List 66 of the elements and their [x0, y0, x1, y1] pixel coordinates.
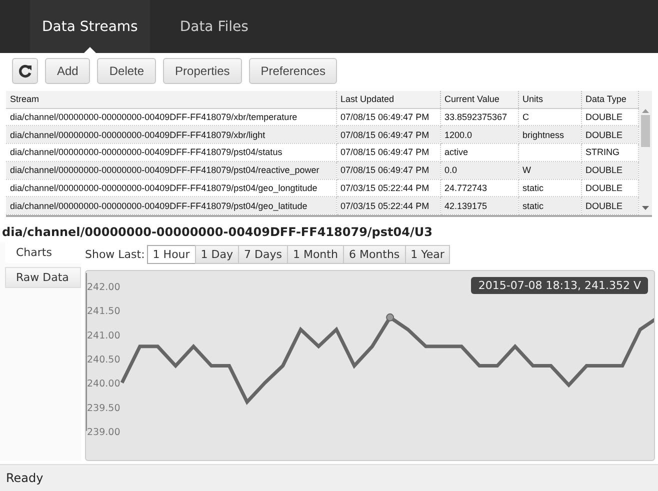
scrollbar[interactable] [638, 91, 652, 215]
table-cell: dia/channel/00000000-00000000-00409DFF-FF418079/pst04/status [10, 147, 282, 158]
axis-tick-label: 239.50 [87, 402, 120, 414]
axis-tick-label: 241.00 [87, 330, 120, 342]
table-cell: DOUBLE [586, 112, 623, 122]
axis-tick-label: 241.50 [87, 306, 120, 318]
table-cell: 07/08/15 06:49:47 PM [340, 112, 430, 122]
table-cell: DOUBLE [586, 200, 623, 211]
scrollbar-thumb[interactable] [640, 115, 650, 147]
range-button[interactable]: 1 Hour [146, 244, 196, 264]
data-point-marker [386, 313, 394, 322]
scroll-up-icon[interactable] [642, 109, 649, 113]
table-cell: 42.139175 [444, 200, 488, 211]
nav-tab[interactable]: Data Files [168, 0, 260, 53]
table-cell: 07/08/15 06:49:47 PM [340, 147, 430, 158]
column-header[interactable]: Last Updated [336, 91, 440, 108]
side-tab[interactable]: Charts [5, 242, 81, 263]
axis-tick-label: 239.00 [87, 427, 120, 438]
table-cell: dia/channel/00000000-00000000-00409DFF-FF418079/xbr/light [10, 130, 266, 140]
column-header[interactable]: Units [518, 91, 581, 108]
table-cell: DOUBLE [586, 165, 623, 176]
range-button[interactable]: 1 Year [404, 244, 450, 264]
table-cell: static [522, 200, 544, 211]
range-button[interactable]: 1 Day [194, 244, 240, 264]
range-button[interactable]: 1 Month [286, 244, 344, 264]
stream-title: dia/channel/00000000-00000000-00409DFF-FF418079/pst04/U3 [1, 224, 434, 239]
table-cell: 07/08/15 06:49:47 PM [340, 130, 430, 140]
table-cell: DOUBLE [586, 182, 623, 193]
show-last-label: Show Last: [85, 248, 145, 260]
column-header[interactable]: Stream [6, 91, 336, 108]
nav-tab[interactable]: Data Streams [30, 0, 150, 53]
table-cell: static [522, 182, 544, 193]
axis-tick-label: 240.00 [87, 378, 120, 390]
column-header[interactable]: Data Type [581, 91, 638, 108]
table-cell: 1200.0 [444, 130, 472, 140]
table-cell: active [444, 147, 468, 158]
toolbar-button[interactable]: Preferences [248, 58, 338, 84]
table-cell: 0.0 [444, 165, 458, 176]
table-cell: 24.772743 [444, 182, 488, 193]
refresh-button[interactable] [12, 58, 38, 84]
toolbar-button[interactable]: Properties [163, 58, 242, 84]
table-cell: dia/channel/00000000-00000000-00409DFF-FF418079/pst04/reactive_power [10, 165, 320, 176]
column-header[interactable]: Current Value [440, 91, 518, 108]
table-cell: 33.8592375367 [444, 112, 508, 122]
range-button[interactable]: 7 Days [238, 244, 288, 264]
tooltip: 2015-07-08 18:13, 241.352 V [471, 277, 648, 294]
status-text: Ready [6, 471, 44, 485]
side-tab[interactable]: Raw Data [5, 267, 81, 288]
table-cell: dia/channel/00000000-00000000-00409DFF-FF418079/pst04/geo_longtitude [10, 182, 318, 193]
refresh-icon [18, 64, 32, 78]
table-cell: dia/channel/00000000-00000000-00409DFF-FF418079/pst04/geo_latitude [10, 200, 308, 211]
toolbar-button[interactable]: Delete [97, 58, 156, 84]
scroll-down-icon[interactable] [642, 206, 649, 210]
table-cell: DOUBLE [586, 130, 623, 140]
toolbar-button[interactable]: Add [45, 58, 90, 84]
axis-tick-label: 240.50 [87, 354, 120, 366]
table-cell: 07/03/15 05:22:44 PM [340, 200, 430, 211]
table-cell: 07/03/15 05:22:44 PM [340, 182, 430, 193]
table-cell: 07/08/15 06:49:47 PM [340, 165, 430, 176]
table-cell: brightness [522, 130, 564, 140]
axis-tick-label: 242.00 [87, 282, 120, 293]
table-cell: STRING [586, 147, 620, 158]
table-cell: dia/channel/00000000-00000000-00409DFF-FF418079/xbr/temperature [10, 112, 298, 122]
range-button[interactable]: 6 Months [342, 244, 406, 264]
table-cell: W [522, 165, 531, 176]
table-cell: C [522, 112, 529, 122]
